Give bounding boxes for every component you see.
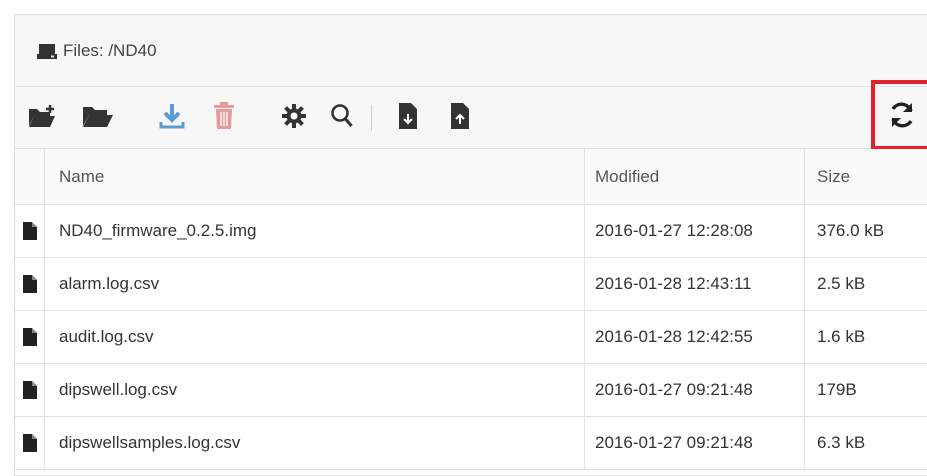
file-upload-button[interactable] bbox=[445, 101, 475, 135]
folder-open-plus-icon bbox=[27, 103, 57, 134]
settings-button[interactable] bbox=[279, 101, 309, 135]
toolbar-divider bbox=[371, 105, 372, 131]
column-header-modified[interactable]: Modified bbox=[585, 149, 805, 205]
file-icon bbox=[15, 381, 44, 399]
file-name[interactable]: alarm.log.csv bbox=[45, 258, 585, 311]
file-size: 179B bbox=[805, 364, 927, 417]
download-icon bbox=[159, 102, 185, 135]
trash-icon bbox=[212, 101, 236, 136]
file-download-icon bbox=[397, 102, 419, 135]
delete-button[interactable] bbox=[207, 101, 241, 135]
search-icon bbox=[330, 103, 354, 134]
table-row[interactable]: dipswellsamples.log.csv 2016-01-27 09:21… bbox=[15, 417, 927, 470]
file-name[interactable]: dipswell.log.csv bbox=[45, 364, 585, 417]
file-size: 2.5 kB bbox=[805, 258, 927, 311]
file-browser-panel: Files: /ND40 bbox=[14, 14, 927, 476]
hdd-icon bbox=[37, 41, 57, 61]
gear-icon bbox=[282, 104, 306, 133]
table-row[interactable]: ND40_firmware_0.2.5.img 2016-01-27 12:28… bbox=[15, 205, 927, 258]
file-upload-icon bbox=[449, 102, 471, 135]
file-icon bbox=[15, 222, 44, 240]
table-row[interactable]: audit.log.csv 2016-01-28 12:42:55 1.6 kB bbox=[15, 311, 927, 364]
column-header-name[interactable]: Name bbox=[45, 149, 585, 205]
file-name[interactable]: audit.log.csv bbox=[45, 311, 585, 364]
file-modified: 2016-01-27 09:21:48 bbox=[585, 417, 805, 470]
refresh-highlight bbox=[871, 80, 927, 150]
file-icon bbox=[15, 275, 44, 293]
file-size: 1.6 kB bbox=[805, 311, 927, 364]
search-button[interactable] bbox=[327, 101, 357, 135]
file-name[interactable]: dipswellsamples.log.csv bbox=[45, 417, 585, 470]
file-modified: 2016-01-27 09:21:48 bbox=[585, 364, 805, 417]
header-icon-cell bbox=[15, 149, 45, 205]
file-size: 6.3 kB bbox=[805, 417, 927, 470]
column-header-size[interactable]: Size bbox=[805, 149, 927, 205]
file-download-button[interactable] bbox=[393, 101, 423, 135]
panel-header: Files: /ND40 bbox=[15, 15, 927, 87]
refresh-icon[interactable] bbox=[887, 100, 917, 130]
file-size: 376.0 kB bbox=[805, 205, 927, 258]
download-button[interactable] bbox=[155, 101, 189, 135]
folder-open-icon bbox=[81, 103, 115, 134]
new-folder-button[interactable] bbox=[25, 101, 59, 135]
table-header-row: Name Modified Size bbox=[15, 149, 927, 205]
open-folder-button[interactable] bbox=[79, 101, 117, 135]
table-row[interactable]: alarm.log.csv 2016-01-28 12:43:11 2.5 kB bbox=[15, 258, 927, 311]
file-table: Name Modified Size ND40_firmware_0.2.5.i… bbox=[15, 149, 927, 470]
file-icon bbox=[15, 328, 44, 346]
file-modified: 2016-01-27 12:28:08 bbox=[585, 205, 805, 258]
panel-title: Files: /ND40 bbox=[63, 41, 157, 61]
toolbar bbox=[15, 87, 927, 149]
file-icon bbox=[15, 434, 44, 452]
file-name[interactable]: ND40_firmware_0.2.5.img bbox=[45, 205, 585, 258]
file-modified: 2016-01-28 12:43:11 bbox=[585, 258, 805, 311]
table-row[interactable]: dipswell.log.csv 2016-01-27 09:21:48 179… bbox=[15, 364, 927, 417]
file-modified: 2016-01-28 12:42:55 bbox=[585, 311, 805, 364]
